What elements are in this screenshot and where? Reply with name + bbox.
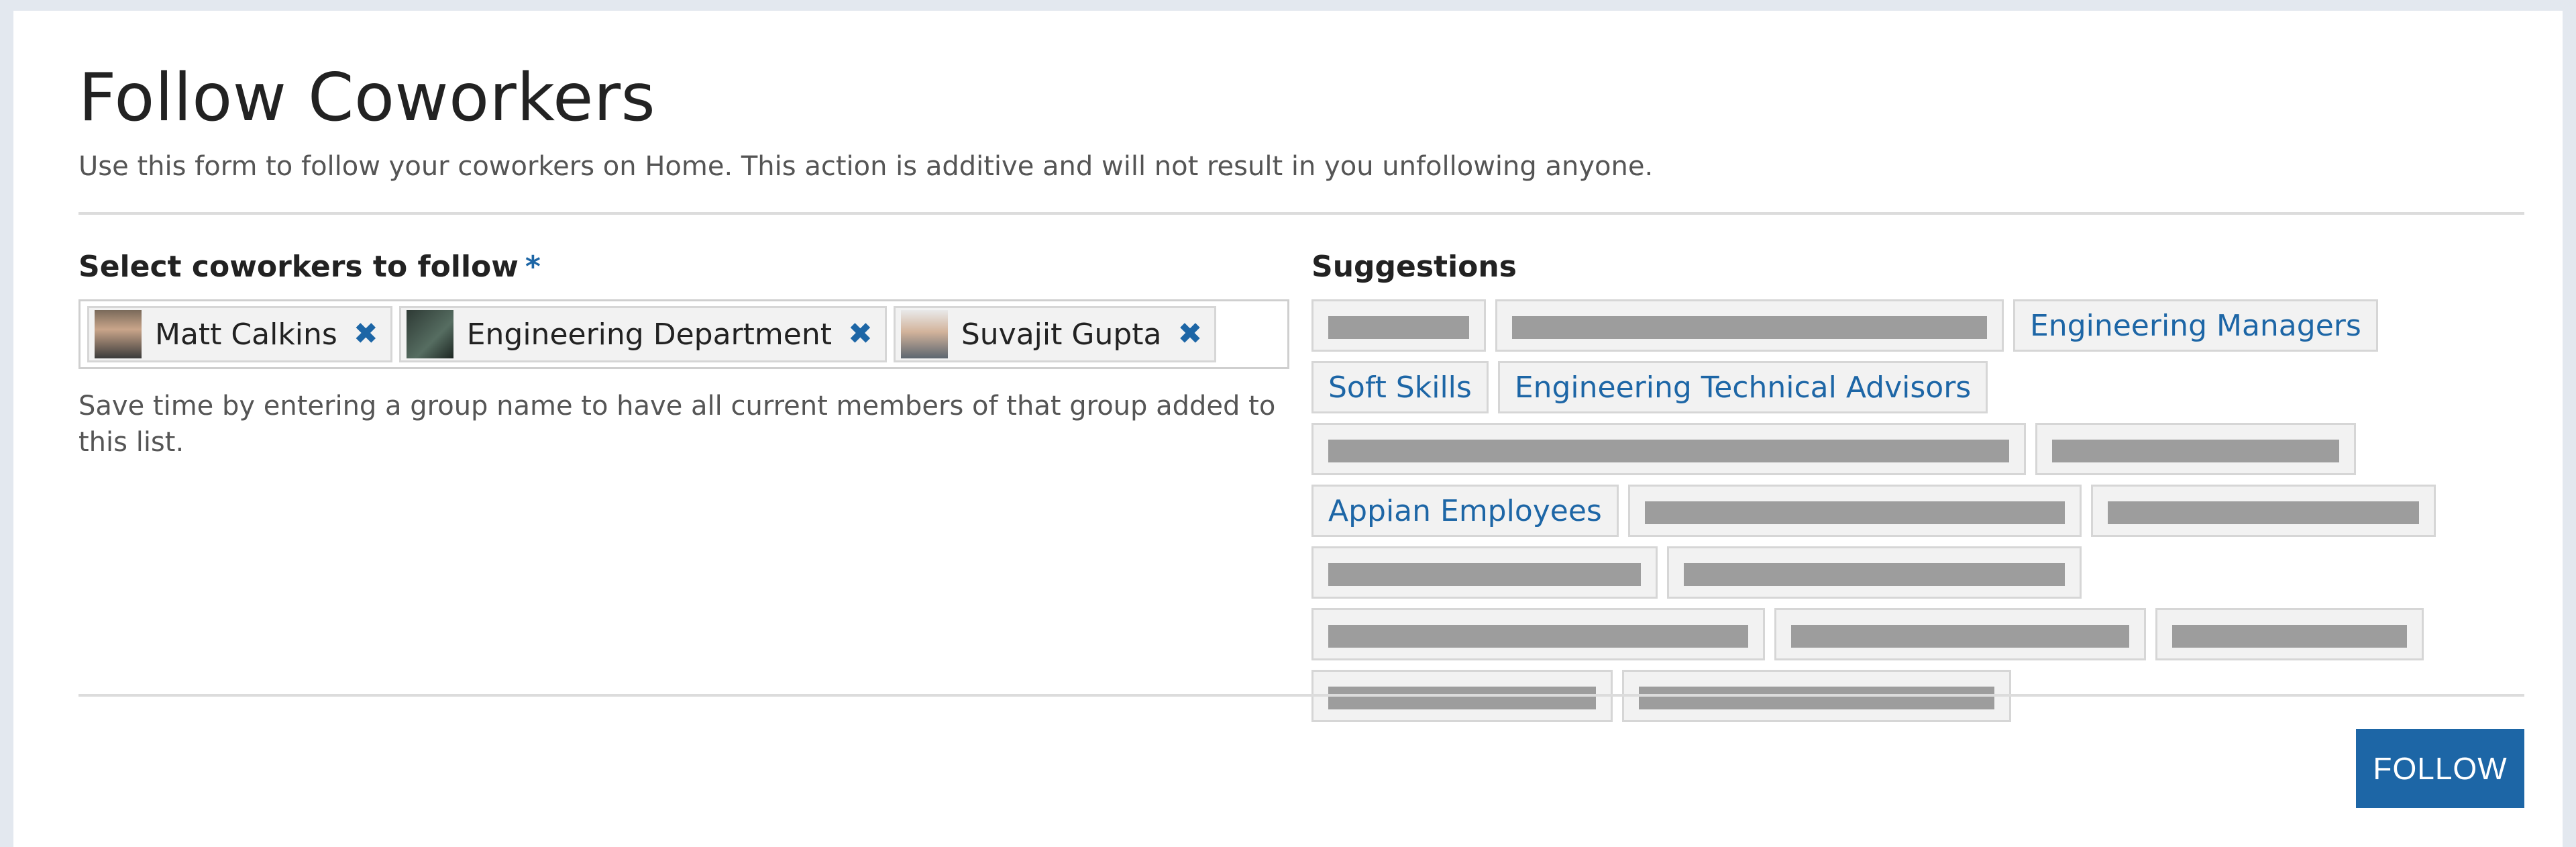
redaction-bar [1328, 687, 1596, 709]
suggestion-chip-engineering-technical-advisors[interactable]: Engineering Technical Advisors [1497, 361, 1988, 413]
redaction-bar [1328, 440, 2009, 462]
redaction-bar [1639, 687, 1994, 709]
redaction-bar [1328, 625, 1748, 648]
token-label: Engineering Department [466, 317, 832, 352]
redaction-bar [1644, 501, 2065, 524]
redaction-bar [1791, 625, 2129, 648]
suggestion-chip[interactable]: ██████████ [2155, 608, 2424, 660]
suggestion-chip[interactable]: █████ [1311, 299, 1486, 352]
selected-token-suvajit-gupta: Suvajit Gupta ✖ [893, 306, 1217, 362]
token-label: Matt Calkins [155, 317, 337, 352]
suggestion-chip[interactable]: ██████████████████████████ [1311, 423, 2026, 475]
page-title: Follow Coworkers [78, 60, 656, 136]
suggestions-list: █████ ██████████████████████ Engineering… [1311, 299, 2524, 722]
suggestion-chip[interactable]: █████████████████ [1627, 485, 2082, 537]
redaction-bar [1512, 316, 1987, 339]
redaction-bar [2107, 501, 2419, 524]
suggestion-chip[interactable]: ██████████████ [1774, 608, 2146, 660]
form-columns: Select coworkers to follow * Matt Calkins… [78, 248, 2524, 722]
close-icon[interactable]: ✖ [848, 319, 873, 349]
redaction-bar [2052, 440, 2339, 462]
suggestion-chip[interactable]: █████████████████ [1667, 546, 2082, 599]
suggestions-section: Suggestions █████ ██████████████████████… [1311, 248, 2524, 722]
suggestion-chip[interactable]: ████████████ [2035, 423, 2356, 475]
suggestion-chip-engineering-managers[interactable]: Engineering Managers [2013, 299, 2378, 352]
suggestion-chip[interactable]: ██████████████████ [1311, 608, 1765, 660]
suggestion-chip[interactable]: ██████████████████████ [1495, 299, 2004, 352]
redaction-bar [1328, 563, 1641, 586]
suggestion-chip[interactable]: ██████████████ [1311, 546, 1658, 599]
avatar [95, 310, 142, 358]
page-subtitle: Use this form to follow your coworkers o… [78, 151, 1654, 182]
redaction-bar [2172, 625, 2407, 648]
coworker-picker-section: Select coworkers to follow * Matt Calkins… [78, 248, 1289, 460]
redaction-bar [1684, 563, 2065, 586]
form-footer: FOLLOW [78, 694, 2524, 808]
avatar [900, 310, 948, 358]
selected-token-matt-calkins: Matt Calkins ✖ [87, 306, 392, 362]
coworker-picker-label-text: Select coworkers to follow [78, 250, 519, 284]
selected-token-engineering-department: Engineering Department ✖ [398, 306, 887, 362]
suggestion-chip-soft-skills[interactable]: Soft Skills [1311, 361, 1489, 413]
required-marker: * [525, 250, 541, 284]
picker-help-text: Save time by entering a group name to ha… [78, 391, 1276, 458]
token-label: Suvajit Gupta [961, 317, 1162, 352]
footer-divider [78, 694, 2524, 697]
suggestion-chip-appian-employees[interactable]: Appian Employees [1311, 485, 1619, 537]
suggestion-chip[interactable]: ██████████████ [2090, 485, 2436, 537]
coworker-picker-label: Select coworkers to follow * [78, 248, 1289, 286]
suggestions-label: Suggestions [1311, 250, 1517, 284]
close-icon[interactable]: ✖ [354, 319, 378, 349]
coworker-picker-input[interactable]: Matt Calkins ✖ Engineering Department ✖ … [78, 299, 1289, 369]
redaction-bar [1328, 316, 1469, 339]
follow-button[interactable]: FOLLOW [2356, 729, 2524, 808]
form-content: Follow Coworkers Use this form to follow… [78, 58, 2524, 722]
close-icon[interactable]: ✖ [1177, 319, 1202, 349]
form-frame: Follow Coworkers Use this form to follow… [0, 0, 2576, 847]
header-divider [78, 212, 2524, 215]
avatar [406, 310, 453, 358]
